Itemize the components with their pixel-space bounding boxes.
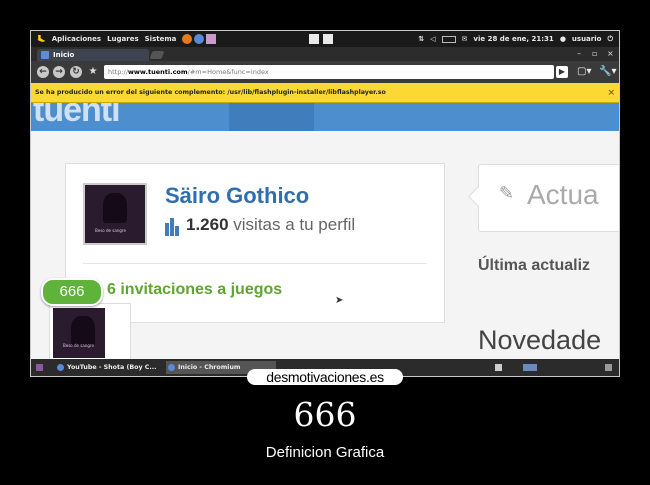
trash-applet-icon[interactable] xyxy=(493,361,509,374)
thumbnail-caption: Beso de sangre xyxy=(63,343,94,348)
network-icon[interactable]: ⇅ xyxy=(418,35,424,43)
game-invitations-link[interactable]: 6 invitaciones a juegos xyxy=(107,281,282,299)
show-desktop-icon[interactable] xyxy=(34,361,50,374)
emblem2-icon[interactable] xyxy=(323,34,333,44)
thumbnail-figure xyxy=(71,316,95,346)
taskbar-youtube[interactable]: YouTube - Shota (Boy C... xyxy=(55,361,163,374)
visits-text: visitas a tu perfil xyxy=(228,215,356,234)
firefox-launcher-icon[interactable] xyxy=(182,34,193,44)
avatar-caption: Beso de sangre xyxy=(95,228,126,233)
stats-bars-icon xyxy=(165,216,180,236)
web-page: tuenti Beso de sangre Säiro Gothico 1.26… xyxy=(31,103,619,359)
user-icon[interactable]: ● xyxy=(560,35,566,43)
plugin-error-infobar: Se ha producido un error del siguiente c… xyxy=(31,83,619,103)
header-nav-active[interactable] xyxy=(229,103,314,131)
clock-text[interactable]: vie 28 de ene, 21:31 xyxy=(473,35,553,43)
bookmark-star-icon[interactable]: ★ xyxy=(87,66,99,78)
visits-line: 1.260 visitas a tu perfil xyxy=(165,215,355,236)
infobar-message: Se ha producido un error del siguiente c… xyxy=(35,89,386,96)
status-update-box[interactable]: ✎ Actua xyxy=(467,164,619,232)
emblem-icon[interactable] xyxy=(309,34,319,44)
go-button[interactable]: ▶ xyxy=(556,66,568,78)
tab-strip: Inicio – ▫ × xyxy=(31,47,619,61)
tab-inicio[interactable]: Inicio xyxy=(37,49,149,61)
forward-button[interactable]: → xyxy=(53,66,65,78)
chromium-task-icon xyxy=(57,364,64,371)
address-bar[interactable]: http://www.tuenti.com/#m=Home&func=index xyxy=(104,65,554,79)
thumbnail-avatar[interactable]: Beso de sangre xyxy=(53,308,105,358)
maximize-icon[interactable]: ▫ xyxy=(592,49,597,58)
taskbar-youtube-label: YouTube - Shota (Boy C... xyxy=(67,364,157,371)
poster-title: 666 xyxy=(293,395,357,434)
volume-icon[interactable]: ◁ xyxy=(430,35,435,43)
poster-subtitle: Definicion Grafica xyxy=(265,444,385,461)
profile-divider xyxy=(83,263,427,264)
menu-system[interactable]: Sistema xyxy=(145,35,177,43)
browser-toolbar: ← → ↻ ★ http://www.tuenti.com/#m=Home&fu… xyxy=(31,61,619,83)
avatar-figure xyxy=(103,193,127,223)
taskbar-chromium-label: Inicio - Chromium xyxy=(178,364,241,371)
tab-title: Inicio xyxy=(53,51,75,59)
status-box-arrow xyxy=(467,185,490,208)
menu-applications[interactable]: Aplicaciones xyxy=(52,35,101,43)
url-domain: www.tuenti.com xyxy=(127,68,188,76)
workspace-switcher[interactable] xyxy=(521,361,541,374)
status-placeholder: Actua xyxy=(527,179,599,210)
666-badge: 666 xyxy=(41,278,103,306)
page-menu-icon[interactable]: ▢▾ xyxy=(577,66,591,77)
user-menu[interactable]: usuario xyxy=(572,35,602,43)
visits-count: 1.260 xyxy=(186,215,229,234)
chromium-task-icon-2 xyxy=(168,364,175,371)
power-icon[interactable]: ⏻ xyxy=(607,35,613,44)
gnome-foot-icon[interactable]: 🦶 xyxy=(37,35,46,43)
infobar-close-icon[interactable]: × xyxy=(607,83,615,103)
new-tab-button[interactable] xyxy=(149,51,165,59)
news-heading: Novedade xyxy=(478,325,602,355)
trash-icon[interactable] xyxy=(603,361,617,374)
tuenti-logo[interactable]: tuenti xyxy=(33,103,121,130)
last-update-heading: Última actualiz xyxy=(478,257,591,274)
chromium-launcher-icon[interactable] xyxy=(194,34,205,44)
mouse-cursor-icon: ➤ xyxy=(335,295,344,306)
wrench-menu-icon[interactable]: 🔧▾ xyxy=(599,66,616,77)
close-window-icon[interactable]: × xyxy=(607,49,614,58)
tuenti-favicon-icon xyxy=(41,51,49,59)
back-button[interactable]: ← xyxy=(37,66,49,78)
site-watermark: desmotivaciones.es xyxy=(247,369,403,385)
tuenti-header: tuenti xyxy=(31,103,619,131)
menu-places[interactable]: Lugares xyxy=(107,35,139,43)
url-prefix: http:// xyxy=(108,68,128,76)
reload-button[interactable]: ↻ xyxy=(70,66,82,78)
screenshot-frame: 🦶 Aplicaciones Lugares Sistema ⇅ ◁ ✉ vie… xyxy=(30,30,620,377)
url-path: /#m=Home&func=index xyxy=(187,68,269,76)
top-panel: 🦶 Aplicaciones Lugares Sistema ⇅ ◁ ✉ vie… xyxy=(31,31,619,47)
minimize-icon[interactable]: – xyxy=(577,49,581,58)
pencil-icon: ✎ xyxy=(499,183,515,204)
app-launcher-icon[interactable] xyxy=(206,34,217,44)
profile-avatar[interactable]: Beso de sangre xyxy=(83,183,147,245)
battery-icon[interactable] xyxy=(441,35,456,43)
mail-icon[interactable]: ✉ xyxy=(462,35,468,43)
profile-name[interactable]: Säiro Gothico xyxy=(165,183,309,209)
